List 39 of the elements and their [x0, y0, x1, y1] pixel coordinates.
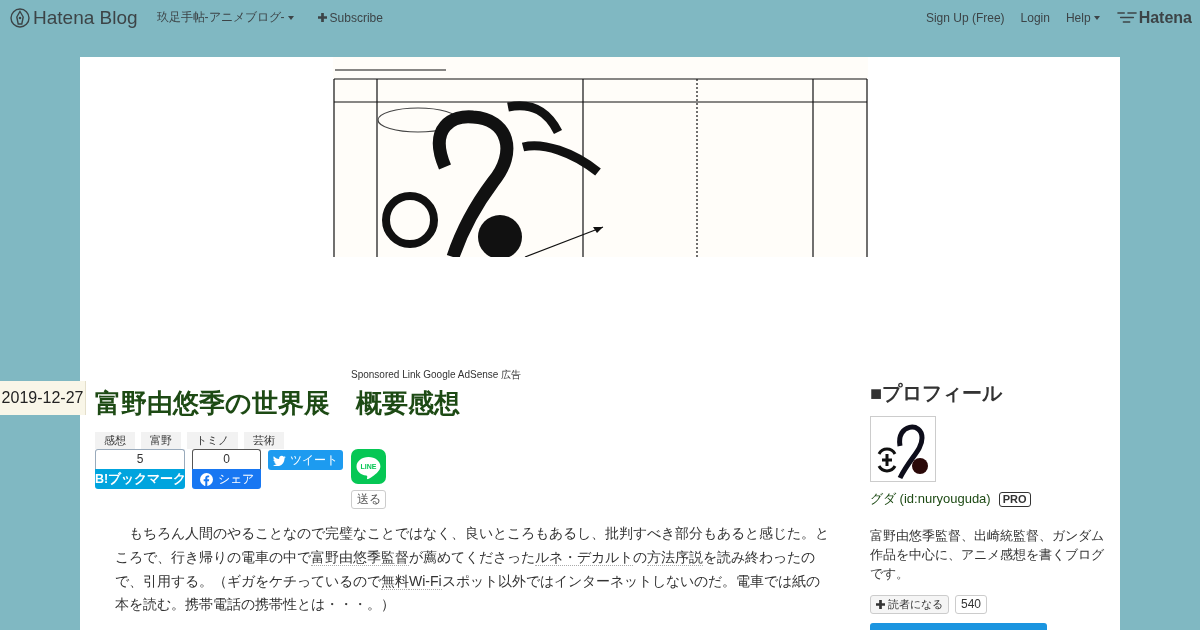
logo-mark-icon — [1116, 11, 1137, 24]
category-tag[interactable]: 富野 — [141, 432, 181, 449]
entry-title[interactable]: 富野由悠季の世界展 概要感想 — [95, 385, 460, 421]
category-tag[interactable]: トミノ — [187, 432, 238, 449]
category-tag[interactable]: 芸術 — [244, 432, 284, 449]
bird-icon — [273, 454, 286, 466]
profile-heading: ■プロフィール — [870, 381, 1004, 406]
caret-icon — [287, 15, 294, 20]
keyword-link[interactable]: 富野由悠季監督 — [311, 548, 409, 566]
entry-date: 2019-12-27 — [0, 381, 86, 415]
user-name-link[interactable]: グダ (id:nuryouguda) — [870, 490, 991, 508]
keyword-link[interactable]: Wi-Fi — [409, 572, 442, 590]
sign-up-link[interactable]: Sign Up (Free) — [925, 10, 1005, 25]
subscribe-button[interactable]: 読者になる — [870, 595, 949, 614]
blog-title-menu[interactable]: 玖足手帖-アニメブログ- — [156, 9, 294, 26]
send-button[interactable]: 送る — [351, 490, 386, 509]
category-tag[interactable]: 感想 — [95, 432, 135, 449]
share-count: 0 — [192, 449, 261, 469]
hatena-logo-link[interactable]: Hatena — [1116, 8, 1192, 27]
keyword-link[interactable]: 無料 — [381, 572, 409, 590]
caret-icon — [1093, 15, 1100, 20]
facebook-share-button[interactable]: シェア — [192, 469, 261, 489]
pro-badge: PRO — [998, 491, 1031, 507]
subscriber-count: 540 — [955, 595, 988, 614]
plus-icon — [317, 13, 327, 22]
plus-icon — [876, 600, 885, 609]
keyword-link[interactable]: ルネ・デカルト — [535, 548, 633, 566]
subscribe-link[interactable]: Subscribe — [317, 10, 383, 25]
login-link[interactable]: Login — [1020, 10, 1050, 25]
hatena-blog-logo-link[interactable]: Hatena Blog — [10, 6, 138, 29]
letter-f-icon — [199, 472, 213, 486]
help-menu[interactable]: Help — [1065, 10, 1100, 25]
profile-description: 富野由悠季監督、出崎統監督、ガンダム作品を中心に、アニメ感想を書くブログです。 — [870, 527, 1105, 583]
keyword-link[interactable]: 方法序説 — [647, 548, 703, 566]
ad-label: Sponsored Link Google AdSense 広告 — [351, 368, 523, 381]
bookmark-count: 5 — [95, 449, 185, 469]
article-paragraph: もちろん人間のやることなので完璧なことではなく、良いところもあるし、批判すべき部分もあると感じた。ところで、行き帰りの電車の中で富野由悠季監督が薦めてくださったルネ・デカルトの方法序説を読み終わったので、引用する。（ギガをケチっているので無料Wi-Fiスポット以外ではインターネットしないのだ。電車では紙の本を読む。携帯電話の携帯性とは・・・。） — [114, 524, 830, 615]
avatar-image[interactable] — [870, 416, 936, 482]
pen-nib-icon — [10, 7, 30, 28]
